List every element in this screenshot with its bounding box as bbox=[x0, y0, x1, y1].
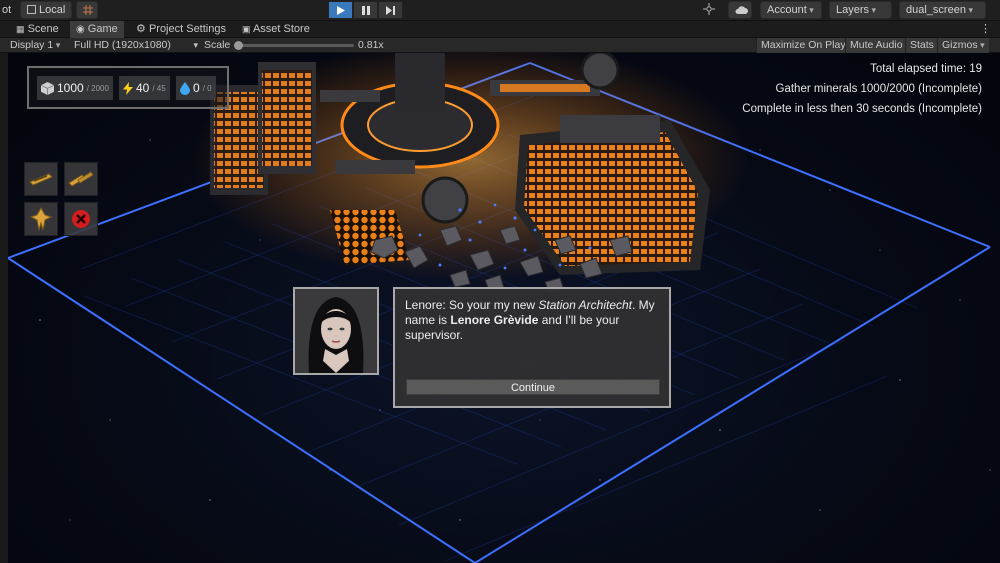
layers-label: Layers bbox=[836, 4, 870, 16]
gear-icon: ⚙ bbox=[136, 23, 146, 35]
space-station bbox=[190, 53, 750, 293]
resource-panel: 1000 / 2000 40 / 45 0 / 0 bbox=[27, 66, 229, 109]
build-harvester-button[interactable] bbox=[64, 162, 98, 196]
cancel-build-button[interactable] bbox=[64, 202, 98, 236]
dialog-message: Lenore: So your my new Station Architech… bbox=[405, 298, 667, 343]
account-label: Account bbox=[767, 4, 807, 16]
minerals-max: / 2000 bbox=[86, 83, 109, 93]
objective-time-limit: Complete in less then 30 seconds (Incomp… bbox=[742, 103, 982, 115]
close-icon bbox=[72, 210, 90, 228]
shopping-bag-icon: ▣ bbox=[242, 24, 251, 34]
harvester-icon bbox=[68, 171, 94, 187]
scale-value: 0.81x bbox=[358, 39, 384, 51]
tab-asset-store[interactable]: ▣ Asset Store bbox=[236, 21, 316, 38]
game-view-toolbar: Display 1 Full HD (1920x1080) ▾ Scale 0.… bbox=[0, 38, 1000, 53]
main-toolbar: ot Local Account Layers dual_screen bbox=[0, 0, 1000, 21]
tab-game[interactable]: ◉ Game bbox=[70, 21, 124, 38]
stats-button[interactable]: Stats bbox=[905, 38, 938, 53]
pause-button[interactable] bbox=[353, 1, 378, 19]
scale-label: Scale bbox=[204, 39, 231, 51]
mute-label: Mute Audio bbox=[850, 39, 903, 51]
water-drop-icon bbox=[180, 81, 190, 95]
avatar bbox=[295, 289, 377, 373]
scale-slider-track[interactable] bbox=[236, 44, 354, 47]
play-icon bbox=[336, 5, 345, 15]
elapsed-time-text: Total elapsed time: 19 bbox=[870, 63, 982, 75]
module-icon bbox=[30, 207, 52, 231]
chevron-down-icon: ▾ bbox=[193, 40, 198, 50]
layout-label: dual_screen bbox=[906, 4, 966, 16]
display-label: Display 1 bbox=[10, 39, 54, 51]
local-label: Local bbox=[39, 4, 66, 16]
cube-icon bbox=[41, 81, 54, 95]
dialog-text-name: Lenore Grèvide bbox=[450, 313, 539, 327]
tab-game-label: Game bbox=[87, 23, 118, 35]
tab-asset-store-label: Asset Store bbox=[252, 23, 310, 35]
left-panel-edge bbox=[0, 53, 8, 563]
layers-dropdown[interactable]: Layers bbox=[829, 1, 892, 19]
character-portrait bbox=[293, 287, 379, 375]
maximize-on-play-button[interactable]: Maximize On Play bbox=[756, 38, 850, 53]
layout-dropdown[interactable]: dual_screen bbox=[899, 1, 986, 19]
water-counter: 0 / 0 bbox=[176, 76, 216, 100]
energy-counter: 40 / 45 bbox=[119, 76, 170, 100]
tab-menu-button[interactable]: ⋮ bbox=[974, 21, 997, 38]
editor-tab-bar: ▦ Scene ◉ Game ⚙ Project Settings ▣ Asse… bbox=[0, 21, 1000, 38]
local-toggle-button[interactable]: Local bbox=[20, 1, 73, 19]
sparkle-icon bbox=[703, 3, 715, 15]
grid-snap-button[interactable] bbox=[76, 1, 98, 19]
grid-icon bbox=[83, 5, 93, 15]
lightning-icon bbox=[123, 81, 133, 95]
kebab-menu-icon: ⋮ bbox=[980, 23, 991, 35]
water-max: / 0 bbox=[202, 83, 212, 93]
build-conveyor-button[interactable] bbox=[24, 162, 58, 196]
cloud-button[interactable] bbox=[728, 1, 752, 19]
gamepad-icon: ◉ bbox=[76, 24, 85, 35]
dialog-box: Lenore: So your my new Station Architech… bbox=[393, 287, 671, 408]
account-dropdown[interactable]: Account bbox=[760, 1, 822, 19]
pause-icon bbox=[361, 5, 370, 15]
tab-scene-label: Scene bbox=[27, 23, 59, 35]
build-module-button[interactable] bbox=[24, 202, 58, 236]
scene-tab-icon: ▦ bbox=[16, 24, 25, 34]
maximize-label: Maximize On Play bbox=[761, 39, 846, 51]
energy-max: / 45 bbox=[152, 83, 166, 93]
tab-scene[interactable]: ▦ Scene bbox=[10, 21, 65, 38]
play-button[interactable] bbox=[328, 1, 353, 19]
cloud-icon bbox=[735, 6, 748, 14]
cube-icon bbox=[27, 5, 36, 14]
scale-slider-handle[interactable] bbox=[234, 41, 243, 50]
energy-value: 40 bbox=[136, 81, 150, 95]
tab-project-settings-label: Project Settings bbox=[148, 23, 226, 35]
tab-project-settings[interactable]: ⚙ Project Settings bbox=[130, 21, 232, 38]
minerals-value: 1000 bbox=[57, 81, 84, 95]
stats-label: Stats bbox=[910, 39, 934, 51]
toolbar-fragment-label: ot bbox=[2, 4, 12, 16]
gizmos-dropdown[interactable]: Gizmos bbox=[937, 38, 989, 53]
playback-controls bbox=[328, 1, 403, 19]
water-value: 0 bbox=[193, 81, 200, 95]
conveyor-icon bbox=[29, 173, 53, 186]
services-button[interactable] bbox=[697, 1, 721, 19]
display-dropdown[interactable]: Display 1 bbox=[10, 38, 60, 53]
objective-gather-minerals: Gather minerals 1000/2000 (Incomplete) bbox=[775, 83, 982, 95]
gizmos-label: Gizmos bbox=[942, 39, 978, 51]
mute-audio-button[interactable]: Mute Audio bbox=[845, 38, 907, 53]
resolution-label: Full HD (1920x1080) bbox=[74, 39, 171, 51]
step-button[interactable] bbox=[378, 1, 403, 19]
dialog-text-part: Lenore: So your my new bbox=[405, 298, 539, 312]
minerals-counter: 1000 / 2000 bbox=[37, 76, 113, 100]
continue-button[interactable]: Continue bbox=[406, 379, 660, 395]
dialog-text-emphasis: Station Architecht bbox=[538, 298, 633, 312]
step-icon bbox=[386, 5, 395, 15]
resolution-dropdown[interactable]: Full HD (1920x1080) ▾ bbox=[74, 38, 198, 53]
